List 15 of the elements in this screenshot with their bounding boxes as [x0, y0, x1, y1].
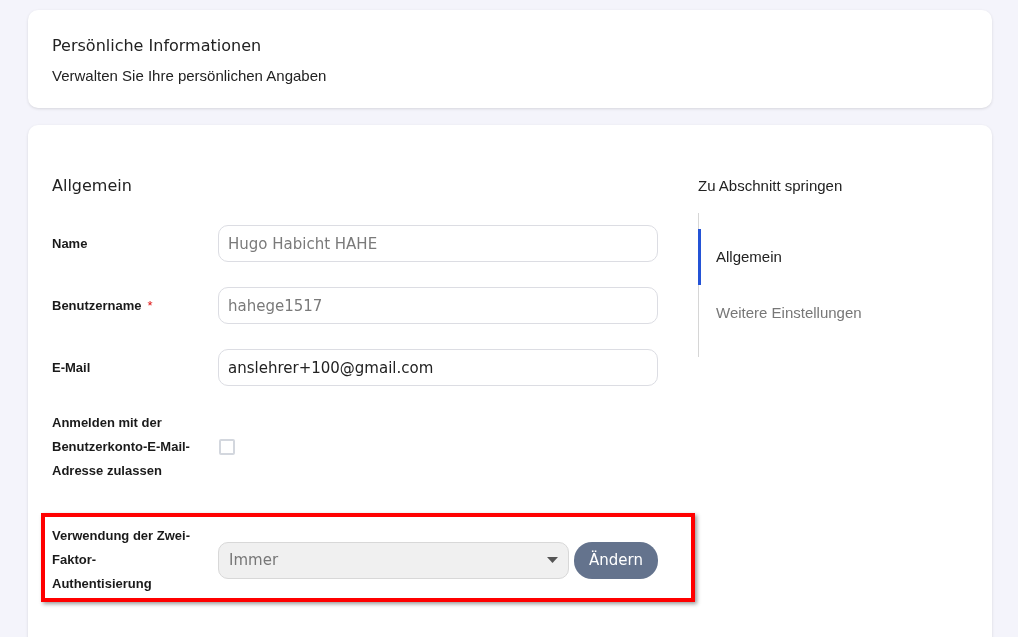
- field-label: Name: [52, 234, 89, 253]
- field-label: Anmelden mit der Benutzerkonto-E-Mail-Adresse zulassen: [52, 414, 191, 480]
- nav-link[interactable]: Weitere Einstellungen: [698, 285, 968, 341]
- field-label: Benutzername: [52, 297, 142, 313]
- checkbox[interactable]: [219, 439, 235, 455]
- section-title: Allgemein: [52, 176, 133, 195]
- page-subtitle: Verwalten Sie Ihre persönlichen Angaben: [52, 67, 328, 84]
- field-label: Verwendung der Zwei-Faktor-Authentisierung: [52, 527, 191, 593]
- nav-title: Zu Abschnitt springen: [698, 176, 844, 196]
- nav-link[interactable]: Allgemein: [698, 229, 968, 285]
- caret-icon: [547, 557, 558, 563]
- field-label: E-Mail: [52, 358, 92, 377]
- page-title: Persönliche Informationen: [52, 36, 263, 55]
- required-mark: *: [147, 297, 153, 313]
- text-input[interactable]: anslehrer+100@gmail.com: [218, 349, 658, 386]
